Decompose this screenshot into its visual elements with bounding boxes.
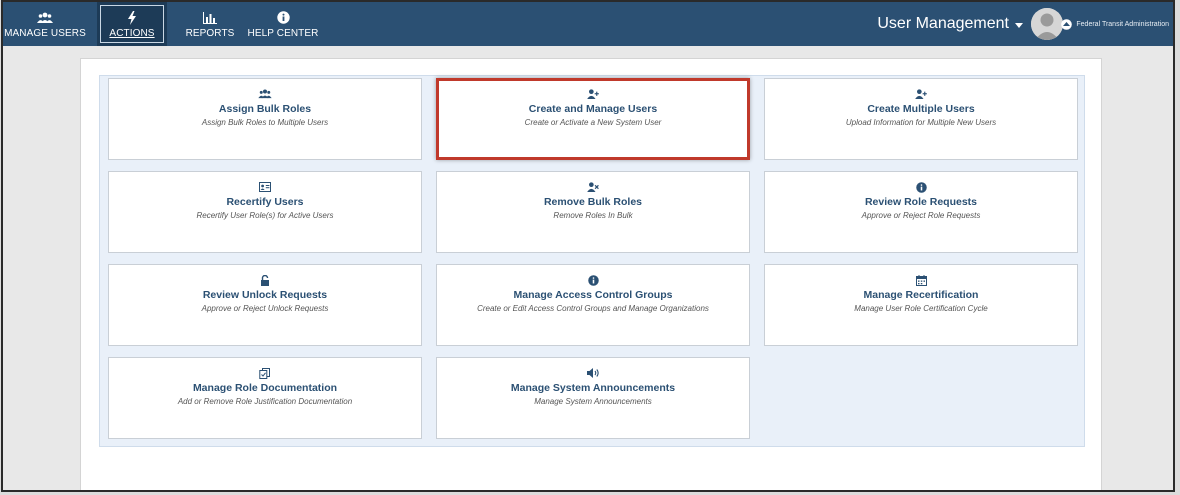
card-manage-recertification[interactable]: Manage Recertification Manage User Role … (764, 264, 1078, 346)
bar-chart-icon (203, 10, 217, 26)
card-description: Manage System Announcements (534, 397, 652, 406)
card-title: Review Role Requests (864, 196, 978, 208)
user-plus-icon (915, 88, 927, 100)
card-remove-bulk-roles[interactable]: Remove Bulk Roles Remove Roles In Bulk (436, 171, 750, 253)
card-title: Recertify Users (226, 196, 304, 208)
card-title: Manage Access Control Groups (513, 289, 673, 301)
documents-icon (259, 367, 271, 379)
nav-reports[interactable]: REPORTS (181, 2, 239, 46)
nav-actions[interactable]: ACTIONS (97, 2, 167, 46)
card-review-unlock-requests[interactable]: Review Unlock Requests Approve or Reject… (108, 264, 422, 346)
actions-grid: Assign Bulk Roles Assign Bulk Roles to M… (99, 75, 1085, 447)
users-icon (258, 88, 272, 100)
id-card-icon (259, 181, 271, 193)
card-review-role-requests[interactable]: Review Role Requests Approve or Reject R… (764, 171, 1078, 253)
card-description: Manage User Role Certification Cycle (854, 304, 988, 313)
card-description: Create or Activate a New System User (524, 118, 662, 127)
agency-name: Federal Transit Administration (1076, 20, 1169, 28)
bolt-icon (127, 10, 137, 26)
volume-icon (586, 367, 600, 379)
info-circle-icon (915, 181, 927, 193)
unlock-icon (260, 274, 270, 286)
card-title: Remove Bulk Roles (543, 196, 643, 208)
card-title: Manage Role Documentation (192, 382, 338, 394)
card-manage-access-control-groups[interactable]: Manage Access Control Groups Create or E… (436, 264, 750, 346)
nav-manage-users[interactable]: MANAGE USERS (3, 2, 87, 46)
card-manage-system-announcements[interactable]: Manage System Announcements Manage Syste… (436, 357, 750, 439)
card-title: Manage System Announcements (510, 382, 676, 394)
content-panel: Assign Bulk Roles Assign Bulk Roles to M… (80, 58, 1102, 490)
card-manage-role-documentation[interactable]: Manage Role Documentation Add or Remove … (108, 357, 422, 439)
nav-label: HELP CENTER (247, 27, 319, 39)
card-description: Approve or Reject Unlock Requests (201, 304, 329, 313)
user-remove-icon (587, 181, 599, 193)
chevron-down-icon (1015, 22, 1023, 28)
top-navigation-bar: MANAGE USERS ACTIONS REPORTS HELP CENTER… (3, 2, 1173, 46)
card-title: Create Multiple Users (867, 103, 975, 115)
users-icon (37, 10, 53, 26)
card-create-and-manage-users[interactable]: Create and Manage Users Create or Activa… (436, 78, 750, 160)
agency-badge: Federal Transit Administration (1061, 2, 1169, 46)
card-description: Assign Bulk Roles to Multiple Users (201, 118, 329, 127)
agency-logo-icon (1061, 18, 1073, 30)
nav-label: REPORTS (185, 27, 235, 39)
card-title: Create and Manage Users (528, 103, 658, 115)
card-description: Approve or Reject Role Requests (861, 211, 981, 220)
app-window: MANAGE USERS ACTIONS REPORTS HELP CENTER… (1, 0, 1175, 492)
avatar[interactable] (1031, 8, 1063, 40)
card-description: Recertify User Role(s) for Active Users (196, 211, 334, 220)
calendar-icon (915, 274, 927, 286)
card-description: Remove Roles In Bulk (553, 211, 633, 220)
user-menu-label: User Management (877, 15, 1009, 32)
card-description: Add or Remove Role Justification Documen… (177, 397, 353, 406)
card-assign-bulk-roles[interactable]: Assign Bulk Roles Assign Bulk Roles to M… (108, 78, 422, 160)
card-description: Create or Edit Access Control Groups and… (477, 304, 709, 313)
info-circle-icon (587, 274, 599, 286)
user-management-menu[interactable]: User Management (877, 2, 1023, 46)
nav-help-center[interactable]: HELP CENTER (243, 2, 323, 46)
card-title: Assign Bulk Roles (218, 103, 312, 115)
card-title: Manage Recertification (863, 289, 979, 301)
user-plus-icon (587, 88, 599, 100)
nav-label: ACTIONS (109, 27, 155, 39)
card-create-multiple-users[interactable]: Create Multiple Users Upload Information… (764, 78, 1078, 160)
info-icon (276, 10, 290, 26)
card-recertify-users[interactable]: Recertify Users Recertify User Role(s) f… (108, 171, 422, 253)
nav-label: MANAGE USERS (4, 27, 86, 39)
card-title: Review Unlock Requests (202, 289, 328, 301)
card-description: Upload Information for Multiple New User… (845, 118, 997, 127)
